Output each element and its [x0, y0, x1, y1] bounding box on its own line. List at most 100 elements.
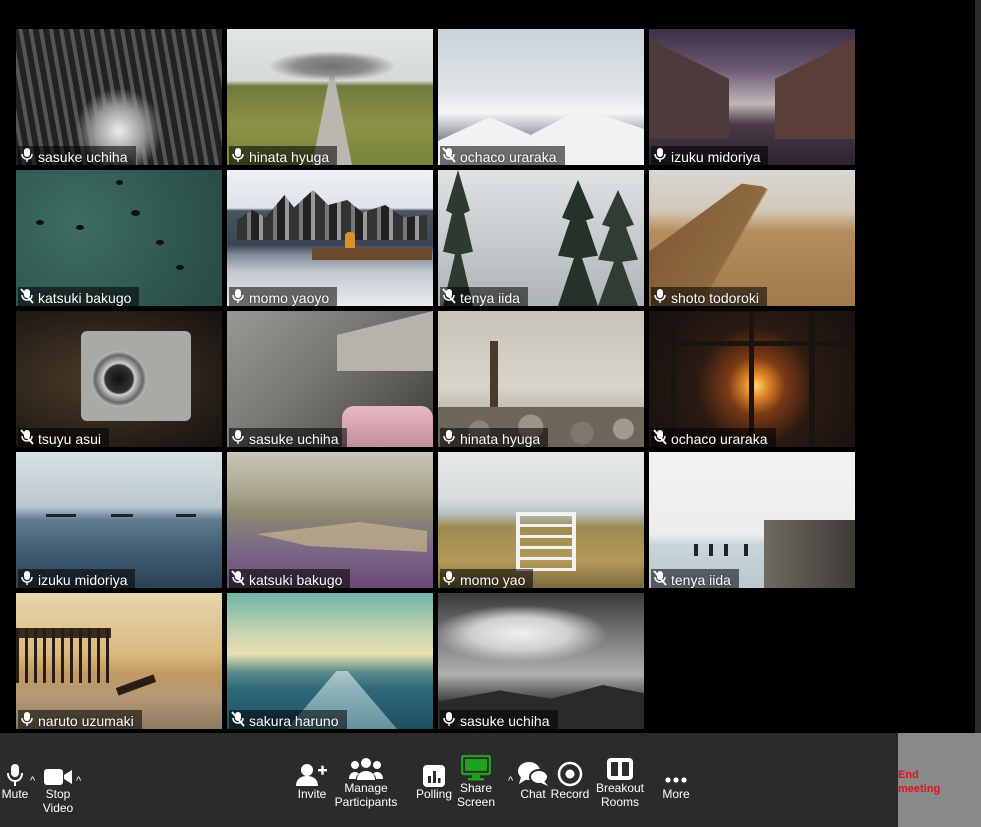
video-tile[interactable]: sasuke uchiha	[227, 311, 433, 447]
video-tile[interactable]: izuku midoriya	[16, 452, 222, 588]
stop-video-button[interactable]: Stop Video	[38, 759, 78, 815]
video-tile[interactable]: sasuke uchiha	[16, 29, 222, 165]
participant-name: hinata hyuga	[249, 149, 330, 165]
participant-name: tenya iida	[460, 290, 520, 306]
microphone-muted-icon	[653, 570, 667, 586]
more-button[interactable]: More	[656, 759, 696, 801]
participant-video	[16, 593, 222, 729]
video-tile[interactable]: katsuki bakugo	[227, 452, 433, 588]
participant-name: tenya iida	[671, 572, 731, 588]
participant-video	[16, 29, 222, 165]
participant-name: tsuyu asui	[38, 431, 102, 447]
microphone-icon	[443, 430, 455, 444]
participant-name: sasuke uchiha	[38, 149, 128, 165]
breakout-rooms-button[interactable]: Breakout Rooms	[590, 753, 650, 809]
participant-video	[438, 311, 644, 447]
video-tile[interactable]: hinata hyuga	[438, 311, 644, 447]
video-tile[interactable]: tenya iida	[438, 170, 644, 306]
participant-video	[649, 311, 855, 447]
participant-nametag: naruto uzumaki	[18, 710, 142, 729]
record-button[interactable]: Record	[548, 759, 592, 801]
participant-video	[16, 452, 222, 588]
microphone-icon	[7, 759, 23, 787]
participant-name: hinata hyuga	[460, 431, 541, 447]
participant-video	[649, 170, 855, 306]
microphone-icon	[654, 289, 666, 303]
video-tile[interactable]: sakura haruno	[227, 593, 433, 729]
chat-button[interactable]: Chat	[516, 759, 550, 801]
microphone-icon	[21, 712, 33, 726]
participant-name: ochaco uraraka	[460, 149, 557, 165]
end-meeting-button[interactable]: End meeting	[898, 733, 981, 827]
microphone-icon	[232, 148, 244, 162]
participant-nametag: shoto todoroki	[651, 287, 767, 306]
participant-nametag: izuku midoriya	[18, 569, 136, 588]
participant-name: izuku midoriya	[671, 149, 761, 165]
microphone-icon	[232, 430, 244, 444]
caret-up-icon[interactable]: ^	[76, 775, 81, 787]
participant-name: sasuke uchiha	[460, 713, 550, 729]
invite-button[interactable]: Invite	[294, 759, 330, 801]
video-tile[interactable]: tsuyu asui	[16, 311, 222, 447]
mute-button[interactable]: Mute	[0, 759, 30, 801]
participant-video	[16, 170, 222, 306]
participant-video	[649, 29, 855, 165]
video-tile[interactable]: shoto todoroki	[649, 170, 855, 306]
video-tile[interactable]: momo yaoyo	[227, 170, 433, 306]
video-camera-icon	[43, 759, 73, 787]
polling-button[interactable]: Polling	[412, 759, 456, 801]
scrollbar[interactable]	[975, 0, 981, 733]
participant-video	[16, 311, 222, 447]
participant-nametag: hinata hyuga	[229, 146, 338, 165]
video-tile[interactable]: momo yao	[438, 452, 644, 588]
participant-name: sakura haruno	[249, 713, 339, 729]
microphone-muted-icon	[442, 147, 456, 163]
participant-nametag: katsuki bakugo	[18, 287, 140, 306]
caret-up-icon[interactable]: ^	[508, 775, 513, 787]
participant-video	[438, 452, 644, 588]
participant-video	[227, 170, 433, 306]
video-tile[interactable]: hinata hyuga	[227, 29, 433, 165]
participant-nametag: ochaco uraraka	[651, 428, 776, 447]
record-icon	[557, 759, 583, 787]
participant-name: izuku midoriya	[38, 572, 128, 588]
microphone-icon	[232, 289, 244, 303]
participant-name: naruto uzumaki	[38, 713, 134, 729]
microphone-muted-icon	[20, 288, 34, 304]
participant-nametag: tsuyu asui	[18, 428, 110, 447]
video-tile[interactable]: izuku midoriya	[649, 29, 855, 165]
participant-name: shoto todoroki	[671, 290, 759, 306]
video-tile[interactable]: ochaco uraraka	[438, 29, 644, 165]
video-tile[interactable]: naruto uzumaki	[16, 593, 222, 729]
microphone-icon	[443, 571, 455, 585]
participant-name: momo yaoyo	[249, 290, 330, 306]
participant-nametag: sakura haruno	[229, 710, 347, 729]
participant-name: katsuki bakugo	[38, 290, 132, 306]
participant-nametag: hinata hyuga	[440, 428, 549, 447]
participant-video	[227, 311, 433, 447]
participant-name: momo yao	[460, 572, 526, 588]
caret-up-icon[interactable]: ^	[30, 775, 35, 787]
share-screen-button[interactable]: Share Screen	[455, 753, 497, 809]
participant-video	[438, 29, 644, 165]
people-icon	[349, 753, 383, 781]
video-tile[interactable]: tenya iida	[649, 452, 855, 588]
bar-chart-icon	[423, 759, 445, 787]
video-tile[interactable]: katsuki bakugo	[16, 170, 222, 306]
video-tile[interactable]: sasuke uchiha	[438, 593, 644, 729]
manage-participants-button[interactable]: Manage Participants	[326, 753, 406, 809]
participant-video	[649, 452, 855, 588]
ellipsis-icon	[664, 759, 688, 787]
microphone-icon	[443, 712, 455, 726]
participant-nametag: izuku midoriya	[651, 146, 769, 165]
meeting-toolbar: Mute ^ Stop Video ^ Invite Manage Partic…	[0, 733, 981, 827]
participant-nametag: tenya iida	[651, 569, 739, 588]
add-person-icon	[296, 759, 328, 787]
participant-nametag: sasuke uchiha	[229, 428, 347, 447]
video-tile[interactable]: ochaco uraraka	[649, 311, 855, 447]
participant-video	[227, 29, 433, 165]
participant-nametag: momo yaoyo	[229, 287, 338, 306]
chat-bubbles-icon	[517, 759, 549, 787]
participant-video	[227, 593, 433, 729]
participant-nametag: momo yao	[440, 569, 534, 588]
